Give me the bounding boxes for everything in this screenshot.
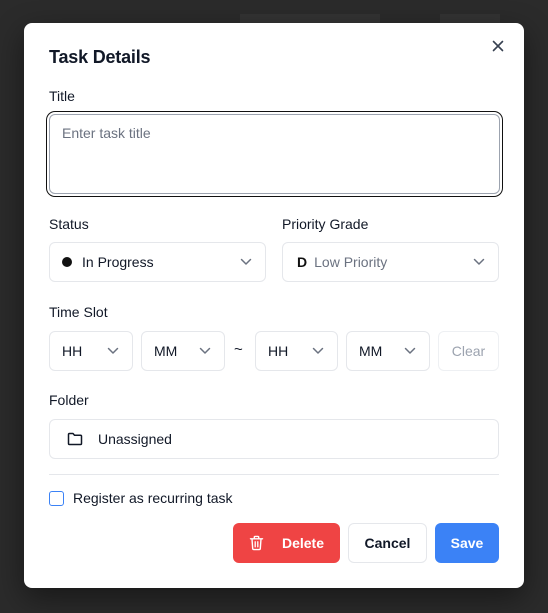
clear-time-button[interactable]: Clear xyxy=(438,331,499,371)
recurring-toggle[interactable]: Register as recurring task xyxy=(49,490,233,506)
status-value: In Progress xyxy=(82,254,154,270)
end-minute-value: MM xyxy=(359,343,383,359)
priority-grade-badge: D xyxy=(297,254,308,270)
dialog-title: Task Details xyxy=(49,47,151,67)
recurring-label: Register as recurring task xyxy=(73,490,233,506)
title-input[interactable] xyxy=(49,114,500,194)
title-label: Title xyxy=(49,88,75,104)
folder-value: Unassigned xyxy=(98,431,172,447)
save-button[interactable]: Save xyxy=(435,523,499,563)
end-hour-value: HH xyxy=(268,343,289,359)
trash-icon xyxy=(249,535,265,551)
chevron-down-icon xyxy=(106,344,120,358)
start-minute-value: MM xyxy=(154,343,178,359)
recurring-checkbox[interactable] xyxy=(49,490,64,506)
folder-select[interactable]: Unassigned xyxy=(49,419,499,459)
status-dot-icon xyxy=(62,257,72,267)
folder-icon xyxy=(67,431,83,447)
priority-value: Low Priority xyxy=(314,254,388,270)
chevron-down-icon xyxy=(198,344,212,358)
start-minute-select[interactable]: MM xyxy=(141,331,225,371)
start-hour-select[interactable]: HH xyxy=(49,331,133,371)
cancel-button[interactable]: Cancel xyxy=(348,523,427,563)
start-hour-value: HH xyxy=(62,343,83,359)
chevron-down-icon xyxy=(311,344,325,358)
status-label: Status xyxy=(49,216,89,232)
time-slot-label: Time Slot xyxy=(49,304,108,320)
delete-button[interactable]: Delete xyxy=(233,523,340,563)
close-button[interactable] xyxy=(488,38,508,58)
section-divider xyxy=(49,474,499,475)
chevron-down-icon xyxy=(472,255,486,269)
folder-label: Folder xyxy=(49,392,89,408)
task-details-dialog: Task Details Title Status In Progress Pr… xyxy=(24,23,524,588)
time-range-separator: ~ xyxy=(234,341,243,358)
priority-label: Priority Grade xyxy=(282,216,369,232)
delete-label: Delete xyxy=(281,535,325,551)
close-icon xyxy=(492,39,504,57)
priority-select[interactable]: D Low Priority xyxy=(282,242,499,282)
chevron-down-icon xyxy=(239,255,253,269)
end-hour-select[interactable]: HH xyxy=(255,331,338,371)
chevron-down-icon xyxy=(403,344,417,358)
status-select[interactable]: In Progress xyxy=(49,242,266,282)
end-minute-select[interactable]: MM xyxy=(346,331,430,371)
